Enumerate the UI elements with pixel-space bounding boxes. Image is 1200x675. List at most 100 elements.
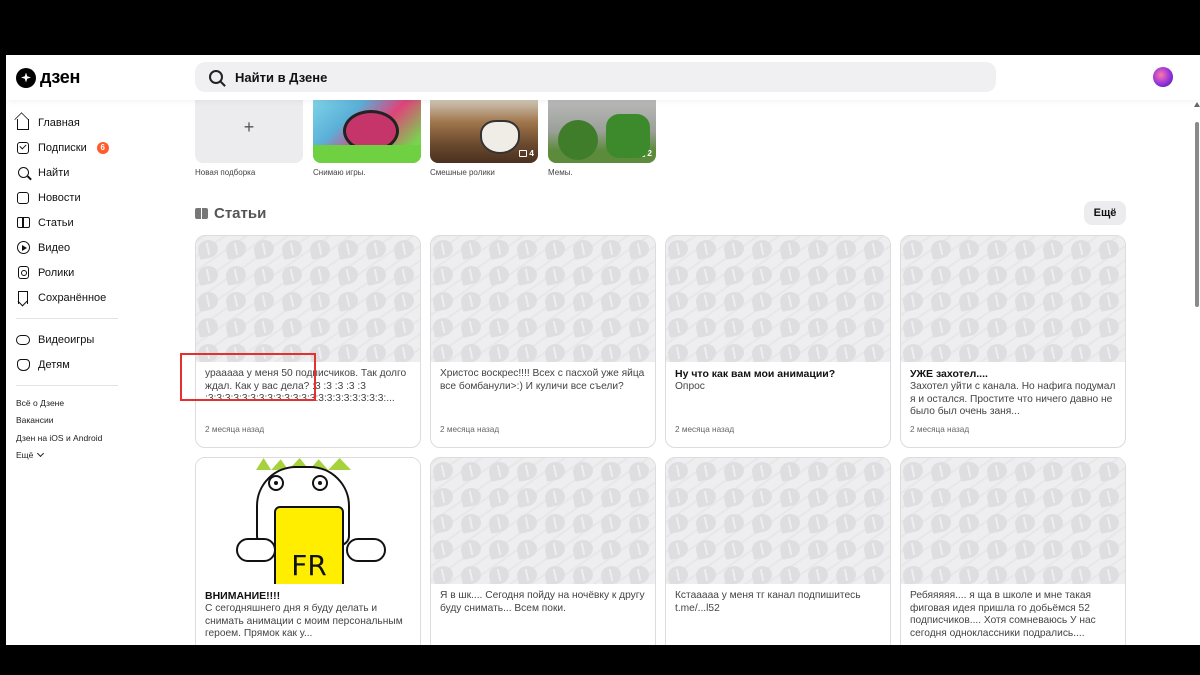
zen-pattern-icon bbox=[750, 460, 774, 482]
zen-pattern-icon bbox=[666, 238, 690, 260]
zen-pattern-icon bbox=[431, 538, 455, 560]
article-card[interactable]: Ну что как вам мои анимации? Опрос 2 мес… bbox=[665, 235, 891, 448]
about-zen-link[interactable]: Всё о Дзене bbox=[16, 394, 126, 412]
zen-pattern-icon bbox=[901, 238, 925, 260]
article-card[interactable]: урааааа у меня 50 подписчиков. Так долго… bbox=[195, 235, 421, 448]
page: дзен Найти в Дзене Главная Подписки 6 На… bbox=[6, 55, 1200, 645]
zen-pattern-icon bbox=[364, 342, 388, 362]
articles-more-button[interactable]: Ещё bbox=[1084, 201, 1126, 225]
sidebar-divider bbox=[16, 385, 118, 386]
zen-pattern-icon bbox=[666, 316, 690, 338]
zen-pattern-icon bbox=[627, 238, 651, 260]
sidebar-item-shorts[interactable]: Ролики bbox=[16, 260, 126, 285]
avatar[interactable] bbox=[1153, 67, 1173, 87]
zen-pattern-icon bbox=[487, 538, 511, 560]
zen-pattern-icon bbox=[599, 564, 623, 584]
sidebar-item-label: Найти bbox=[38, 166, 70, 179]
article-card[interactable]: УЖЕ захотел.... Захотел уйти с канала. Н… bbox=[900, 235, 1126, 448]
sidebar-item-news[interactable]: Новости bbox=[16, 185, 126, 210]
zen-pattern-icon bbox=[459, 564, 483, 584]
card-text: Ребяяяяя.... я ща в школе и мне такая фи… bbox=[910, 590, 1096, 639]
sidebar-item-articles[interactable]: Статьи bbox=[16, 210, 126, 235]
zen-pattern-icon bbox=[957, 486, 981, 508]
article-card[interactable]: Кстааааа у меня тг канал подпишитесь t.m… bbox=[665, 457, 891, 645]
sidebar-item-search[interactable]: Найти bbox=[16, 160, 126, 185]
zen-pattern-icon bbox=[985, 342, 1009, 362]
zen-pattern-icon bbox=[957, 564, 981, 584]
zen-pattern-icon bbox=[957, 264, 981, 286]
zen-pattern-icon bbox=[862, 486, 886, 508]
zen-pattern-icon bbox=[985, 264, 1009, 286]
zen-pattern-icon bbox=[929, 290, 953, 312]
zen-pattern-icon bbox=[543, 342, 567, 362]
card-placeholder-image bbox=[901, 458, 1125, 584]
zen-pattern-icon bbox=[308, 264, 332, 286]
collection-thumbnail[interactable]: + bbox=[195, 100, 303, 163]
zen-pattern-icon bbox=[224, 290, 248, 312]
collection-new[interactable]: + Новая подборка bbox=[195, 100, 303, 177]
zen-pattern-icon bbox=[543, 486, 567, 508]
article-card[interactable]: Христос воскрес!!!! Всех с пасхой уже яй… bbox=[430, 235, 656, 448]
sidebar-item-subscriptions[interactable]: Подписки 6 bbox=[16, 135, 126, 160]
articles-section-title: Статьи bbox=[195, 205, 266, 222]
scrollbar[interactable] bbox=[1194, 100, 1200, 645]
scroll-thumb[interactable] bbox=[1195, 122, 1199, 307]
zen-pattern-icon bbox=[862, 238, 886, 260]
search-input[interactable]: Найти в Дзене bbox=[195, 62, 996, 92]
zen-pattern-icon bbox=[834, 290, 858, 312]
sidebar-item-saved[interactable]: Сохранённое bbox=[16, 285, 126, 310]
zen-pattern-icon bbox=[901, 342, 925, 362]
zen-pattern-icon bbox=[985, 512, 1009, 534]
zen-pattern-icon bbox=[778, 538, 802, 560]
vacancies-link[interactable]: Вакансии bbox=[16, 412, 126, 430]
zen-pattern-icon bbox=[778, 264, 802, 286]
zen-pattern-icon bbox=[778, 316, 802, 338]
logo[interactable]: дзен bbox=[16, 67, 80, 88]
zen-pattern-icon bbox=[487, 290, 511, 312]
zen-pattern-icon bbox=[929, 538, 953, 560]
article-card[interactable]: FR ВНИМАНИЕ!!!! С сегодняшнего дня я буд… bbox=[195, 457, 421, 645]
collection-label: Новая подборка bbox=[195, 168, 256, 177]
collection-thumbnail[interactable]: 2 bbox=[548, 100, 656, 163]
mobile-apps-link[interactable]: Дзен на iOS и Android bbox=[16, 429, 126, 447]
search-icon bbox=[209, 70, 223, 84]
zen-pattern-icon bbox=[1097, 290, 1121, 312]
zen-pattern-icon bbox=[336, 238, 360, 260]
zen-pattern-icon bbox=[515, 316, 539, 338]
zen-pattern-icon bbox=[722, 290, 746, 312]
zen-pattern-icon bbox=[750, 564, 774, 584]
zen-pattern-icon bbox=[722, 342, 746, 362]
card-placeholder-image bbox=[666, 458, 890, 584]
zen-pattern-icon bbox=[336, 290, 360, 312]
zen-pattern-icon bbox=[431, 460, 455, 482]
highlight-box bbox=[180, 353, 316, 401]
sidebar-item-videogames[interactable]: Видеоигры bbox=[16, 327, 126, 352]
zen-pattern-icon bbox=[862, 460, 886, 482]
scroll-up-arrow-icon[interactable] bbox=[1194, 102, 1200, 107]
article-card[interactable]: Ребяяяяя.... я ща в школе и мне такая фи… bbox=[900, 457, 1126, 645]
zen-pattern-icon bbox=[459, 316, 483, 338]
zen-pattern-icon bbox=[806, 342, 830, 362]
zen-pattern-icon bbox=[1013, 538, 1037, 560]
sidebar-more-button[interactable]: Ещё bbox=[16, 447, 126, 465]
sidebar-item-kids[interactable]: Детям bbox=[16, 352, 126, 377]
sidebar-item-video[interactable]: Видео bbox=[16, 235, 126, 260]
collection-thumbnail[interactable]: 2 bbox=[313, 100, 421, 163]
zen-pattern-icon bbox=[722, 486, 746, 508]
collection-thumbnail[interactable]: 4 bbox=[430, 100, 538, 163]
zen-pattern-icon bbox=[543, 460, 567, 482]
collection-item[interactable]: 2 Мемы. bbox=[548, 100, 656, 177]
zen-pattern-icon bbox=[627, 486, 651, 508]
zen-pattern-icon bbox=[957, 238, 981, 260]
zen-pattern-icon bbox=[364, 316, 388, 338]
article-card[interactable]: Я в шк.... Сегодня пойду на ночёвку к др… bbox=[430, 457, 656, 645]
kids-icon bbox=[16, 358, 30, 372]
zen-pattern-icon bbox=[1013, 512, 1037, 534]
zen-pattern-icon bbox=[459, 460, 483, 482]
zen-pattern-icon bbox=[280, 264, 304, 286]
zen-pattern-icon bbox=[459, 290, 483, 312]
zen-pattern-icon bbox=[392, 316, 416, 338]
collection-item[interactable]: 2 Снимаю игры. bbox=[313, 100, 421, 177]
collection-item[interactable]: 4 Смешные ролики bbox=[430, 100, 538, 177]
sidebar-item-home[interactable]: Главная bbox=[16, 110, 126, 135]
